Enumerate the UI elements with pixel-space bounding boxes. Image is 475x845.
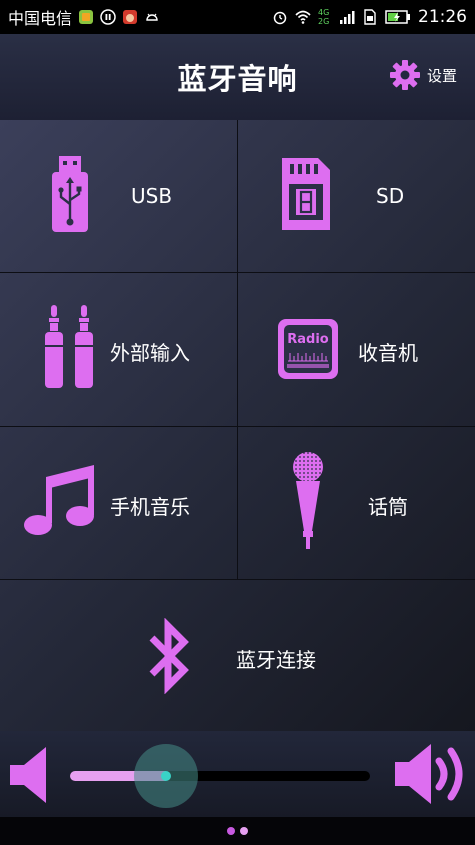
page-dot-1[interactable] [227,827,235,835]
radio-label: 收音机 [358,341,418,365]
cat-app-icon [123,10,138,24]
page-dot-2[interactable] [240,827,248,835]
phone-music-tile[interactable]: 手机音乐 [0,427,238,580]
microphone-tile[interactable]: 话筒 [238,427,475,580]
radio-icon: Radio [278,319,338,379]
settings-label: 设置 [426,66,457,85]
bluetooth-icon [149,618,189,694]
wifi-icon [295,10,311,24]
carrier-label: 中国电信 [8,9,73,28]
volume-slider[interactable] [70,744,370,808]
external-input-tile[interactable]: 外部输入 [0,273,238,427]
volume-slider-thumb[interactable] [161,771,171,781]
phone-music-label: 手机音乐 [110,495,190,519]
app-store-icon [79,10,94,24]
network-type-label: 4G 2G [318,8,330,26]
sd-card-icon [282,158,330,230]
settings-button[interactable]: 设置 [389,59,457,91]
microphone-icon [293,452,323,549]
gear-icon [389,60,420,90]
status-bar: 中国电信 4G 2G 21:26 [0,0,475,34]
source-grid: USB SD 外部输入 Radio 收音机 手机音乐 话筒 蓝牙连接 [0,120,475,731]
radio-icon-text: Radio [287,332,329,347]
microphone-label: 话筒 [368,495,408,519]
radio-tile[interactable]: Radio 收音机 [238,273,475,427]
audio-jack-icon [45,305,93,388]
usb-tile[interactable]: USB [0,120,238,273]
usb-drive-icon [52,156,88,232]
volume-up-icon[interactable] [395,739,469,809]
volume-bar [0,731,475,817]
external-input-label: 外部输入 [110,341,190,365]
app-header: 蓝牙音响 设置 [0,34,475,121]
bluetooth-tile[interactable]: 蓝牙连接 [0,580,475,731]
volume-down-icon[interactable] [10,745,50,805]
signal-icon [340,11,355,24]
pause-notification-icon [100,9,116,25]
battery-icon [385,10,410,24]
music-note-icon [24,465,94,535]
sd-tile[interactable]: SD [238,120,475,273]
page-indicator [0,817,475,845]
bluetooth-label: 蓝牙连接 [236,648,316,672]
alarm-icon [273,11,287,25]
usb-label: USB [131,184,173,208]
sim-card-icon [364,9,376,25]
clock: 21:26 [418,7,467,27]
android-debug-icon [146,13,158,21]
sd-label: SD [376,184,405,208]
